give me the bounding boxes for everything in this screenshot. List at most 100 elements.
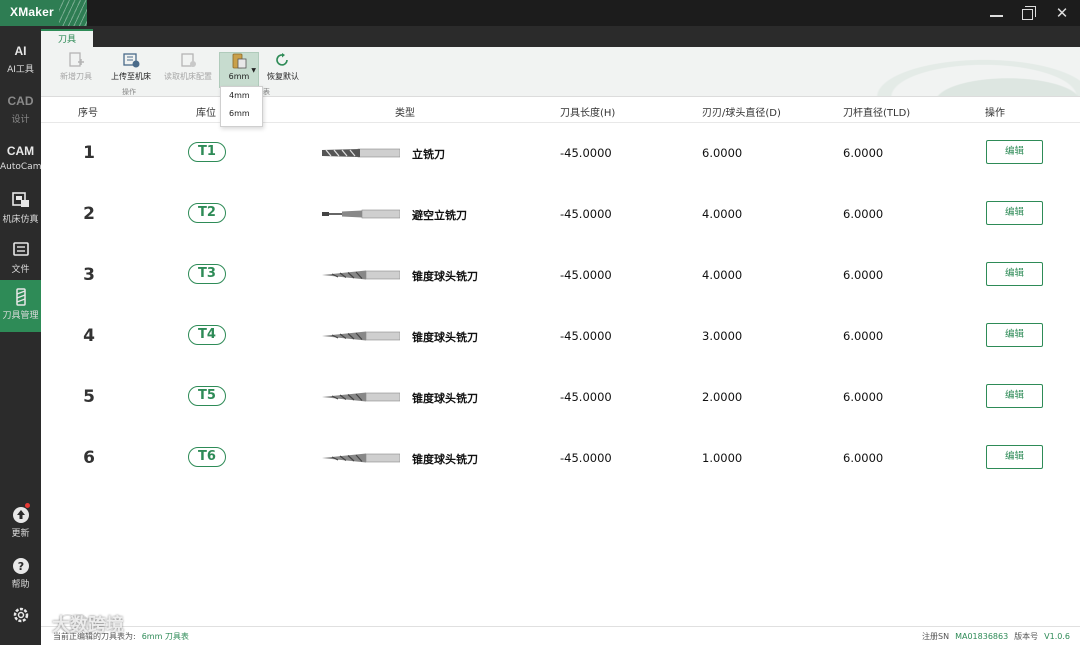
toolset-label: 6mm bbox=[228, 72, 250, 81]
table-row: 6 T6 锥度球头铣刀 -45.0000 1.0000 6.0000 编辑 bbox=[41, 428, 1080, 489]
row-index: 3 bbox=[83, 265, 95, 285]
tool-tld: 6.0000 bbox=[843, 390, 884, 404]
cam-icon: CAM bbox=[6, 144, 35, 158]
update-icon bbox=[0, 506, 41, 524]
slot-badge: T4 bbox=[188, 325, 226, 345]
slot-badge: T6 bbox=[188, 447, 226, 467]
registration-info: 注册SN MA01836863 版本号 V1.0.6 bbox=[922, 631, 1070, 642]
tool-length: -45.0000 bbox=[560, 207, 612, 221]
sidebar-item-machine-sim[interactable]: 机床仿真 bbox=[0, 184, 41, 234]
header-tld: 刀杆直径(TLD) bbox=[843, 108, 911, 119]
toolset-icon bbox=[232, 53, 247, 69]
sidebar-item-label: 刀具管理 bbox=[2, 311, 39, 321]
close-icon: ✕ bbox=[1055, 4, 1069, 22]
add-tool-button[interactable]: 新增刀具 bbox=[55, 52, 97, 88]
flat-end-mill-icon bbox=[322, 148, 400, 158]
sidebar-item-help[interactable]: ? 帮助 bbox=[0, 549, 41, 599]
svg-text:?: ? bbox=[17, 560, 23, 573]
upload-label: 上传至机床 bbox=[111, 72, 151, 81]
sidebar-item-label: 更新 bbox=[11, 529, 30, 539]
sidebar: AI AI工具 CAD 设计 CAM AutoCam 机床仿真 文件 刀具管理 … bbox=[0, 26, 41, 645]
maximize-button[interactable] bbox=[1017, 3, 1041, 23]
ribbon-decoration bbox=[840, 47, 1080, 96]
tool-diameter: 4.0000 bbox=[702, 207, 743, 221]
sidebar-item-cad[interactable]: CAD 设计 bbox=[0, 84, 41, 134]
slot-badge: T3 bbox=[188, 264, 226, 284]
tool-tld: 6.0000 bbox=[843, 451, 884, 465]
table-row: 3 T3 锥度球头铣刀 -45.0000 4.0000 6.0000 编辑 bbox=[41, 245, 1080, 306]
sidebar-item-label: 机床仿真 bbox=[2, 215, 39, 225]
ribbon-tab-bar: 刀具 bbox=[41, 26, 1080, 47]
table-row: 2 T2 避空立铣刀 -45.0000 4.0000 6.0000 编辑 bbox=[41, 184, 1080, 245]
header-slot: 库位 bbox=[196, 108, 216, 119]
toolset-dropdown: 4mm 6mm bbox=[220, 86, 263, 127]
tool-type: 锥度球头铣刀 bbox=[412, 270, 478, 283]
sidebar-item-tool-management[interactable]: 刀具管理 bbox=[0, 280, 41, 332]
table-row: 5 T5 锥度球头铣刀 -45.0000 2.0000 6.0000 编辑 bbox=[41, 367, 1080, 428]
row-index: 1 bbox=[83, 143, 95, 163]
version-label: 版本号 bbox=[1014, 632, 1039, 641]
edit-button[interactable]: 编辑 bbox=[986, 445, 1043, 469]
edit-button[interactable]: 编辑 bbox=[986, 384, 1043, 408]
add-tool-icon bbox=[69, 52, 84, 67]
tool-diameter: 4.0000 bbox=[702, 268, 743, 282]
version-value: V1.0.6 bbox=[1044, 632, 1070, 641]
tapered-ball-mill-icon bbox=[322, 331, 400, 341]
maximize-icon-front bbox=[1022, 9, 1033, 20]
tool-length: -45.0000 bbox=[560, 268, 612, 282]
slot-badge: T2 bbox=[188, 203, 226, 223]
tool-length: -45.0000 bbox=[560, 146, 612, 160]
tool-diameter: 2.0000 bbox=[702, 390, 743, 404]
sidebar-item-autocam[interactable]: CAM AutoCam bbox=[0, 134, 41, 184]
table-row: 4 T4 锥度球头铣刀 -45.0000 3.0000 6.0000 编辑 bbox=[41, 306, 1080, 367]
dropdown-option-6mm[interactable]: 6mm bbox=[221, 105, 262, 123]
sidebar-item-label: 帮助 bbox=[11, 580, 30, 590]
current-table-value: 6mm 刀具表 bbox=[141, 632, 189, 641]
close-button[interactable]: ✕ bbox=[1050, 3, 1074, 23]
read-machine-config-button[interactable]: 读取机床配置 bbox=[161, 52, 215, 88]
tool-length: -45.0000 bbox=[560, 390, 612, 404]
restore-default-button[interactable]: 恢复默认 bbox=[265, 52, 301, 88]
tool-length: -45.0000 bbox=[560, 329, 612, 343]
app-logo: XMaker bbox=[0, 0, 87, 26]
logo-stripes bbox=[59, 0, 87, 26]
machine-sim-icon bbox=[0, 192, 41, 210]
title-bar: XMaker ✕ bbox=[0, 0, 1080, 26]
add-tool-label: 新增刀具 bbox=[60, 72, 92, 81]
cad-icon: CAD bbox=[7, 94, 34, 108]
row-index: 2 bbox=[83, 204, 95, 224]
sidebar-item-label: AI工具 bbox=[7, 65, 34, 75]
row-index: 6 bbox=[83, 448, 95, 468]
minimize-button[interactable] bbox=[985, 3, 1009, 23]
tapered-ball-mill-icon bbox=[322, 392, 400, 402]
sidebar-item-label: AutoCam bbox=[0, 162, 42, 172]
edit-button[interactable]: 编辑 bbox=[986, 201, 1043, 225]
tool-length: -45.0000 bbox=[560, 451, 612, 465]
minimize-icon bbox=[990, 15, 1003, 17]
tab-tools[interactable]: 刀具 bbox=[41, 29, 93, 47]
tool-diameter: 1.0000 bbox=[702, 451, 743, 465]
sidebar-item-file[interactable]: 文件 bbox=[0, 234, 41, 284]
slot-badge: T5 bbox=[188, 386, 226, 406]
edit-button[interactable]: 编辑 bbox=[986, 140, 1043, 164]
sidebar-item-ai-tools[interactable]: AI AI工具 bbox=[0, 34, 41, 84]
edit-button[interactable]: 编辑 bbox=[986, 323, 1043, 347]
tool-tld: 6.0000 bbox=[843, 268, 884, 282]
table-header: 序号 库位 类型 刀具长度(H) 刃刃/球头直径(D) 刀杆直径(TLD) 操作 bbox=[41, 97, 1080, 123]
sidebar-item-label: 文件 bbox=[11, 265, 30, 275]
chevron-down-icon: ▼ bbox=[251, 67, 256, 74]
tool-tld: 6.0000 bbox=[843, 207, 884, 221]
sidebar-item-update[interactable]: 更新 bbox=[0, 498, 41, 548]
read-config-icon bbox=[181, 53, 196, 67]
upload-to-machine-button[interactable]: 上传至机床 bbox=[107, 52, 155, 88]
sidebar-item-label: 设计 bbox=[11, 115, 30, 125]
tool-type: 锥度球头铣刀 bbox=[412, 392, 478, 405]
file-icon bbox=[0, 242, 41, 260]
dropdown-option-4mm[interactable]: 4mm bbox=[221, 87, 262, 105]
header-type: 类型 bbox=[395, 108, 415, 119]
edit-button[interactable]: 编辑 bbox=[986, 262, 1043, 286]
relieved-end-mill-icon bbox=[322, 209, 400, 219]
row-index: 4 bbox=[83, 326, 95, 346]
toolset-selector-button[interactable]: 6mm ▼ bbox=[219, 52, 259, 88]
read-config-label: 读取机床配置 bbox=[164, 72, 212, 81]
